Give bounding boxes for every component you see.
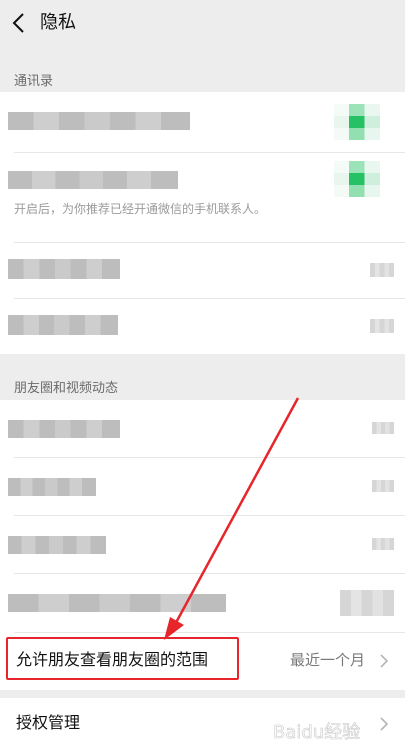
obscured-chevron-icon (370, 319, 394, 333)
obscured-chevron-icon (372, 480, 394, 492)
section-label-moments: 朋友圈和视频动态 (14, 381, 119, 396)
obscured-setting-label (8, 112, 190, 130)
page-title: 隐私 (40, 12, 76, 33)
contacts-setting-row-1[interactable] (0, 92, 405, 152)
moments-setting-row-1[interactable] (0, 400, 405, 457)
obscured-setting-label (8, 259, 120, 279)
obscured-toggle-switch[interactable] (340, 590, 394, 616)
svg-text:Baidu经验: Baidu经验 (273, 722, 360, 743)
authorization-management-label: 授权管理 (16, 713, 81, 732)
obscured-chevron-icon (372, 538, 394, 550)
top-bar: 隐私 (0, 0, 405, 46)
obscured-setting-label (8, 478, 96, 496)
obscured-setting-label (8, 171, 178, 189)
contacts-hint-text: 开启后，为你推荐已经开通微信的手机联系人。 (14, 202, 267, 216)
moments-visible-range-value: 最近一个月 (289, 651, 365, 669)
moments-setting-row-4[interactable] (0, 574, 405, 632)
toggle-switch[interactable] (334, 161, 380, 197)
obscured-setting-label (8, 315, 118, 335)
annotation-highlight-box (6, 637, 239, 680)
contacts-card: 开启后，为你推荐已经开通微信的手机联系人。 (0, 92, 405, 354)
obscured-setting-label (8, 594, 226, 612)
contacts-setting-row-4[interactable] (0, 299, 405, 354)
moments-setting-row-2[interactable] (0, 458, 405, 515)
baidu-watermark-logo: Baidu经验 (273, 722, 361, 744)
chevron-right-icon (380, 654, 389, 668)
back-arrow-icon[interactable] (8, 10, 30, 36)
obscured-setting-label (8, 536, 106, 554)
obscured-chevron-icon (370, 263, 394, 277)
toggle-switch[interactable] (334, 104, 380, 140)
contacts-setting-row-2[interactable] (0, 153, 405, 243)
obscured-setting-label (8, 420, 120, 438)
obscured-chevron-icon (372, 422, 394, 434)
moments-setting-row-3[interactable] (0, 516, 405, 573)
section-label-contacts: 通讯录 (14, 74, 54, 89)
contacts-setting-row-3[interactable] (0, 243, 405, 298)
